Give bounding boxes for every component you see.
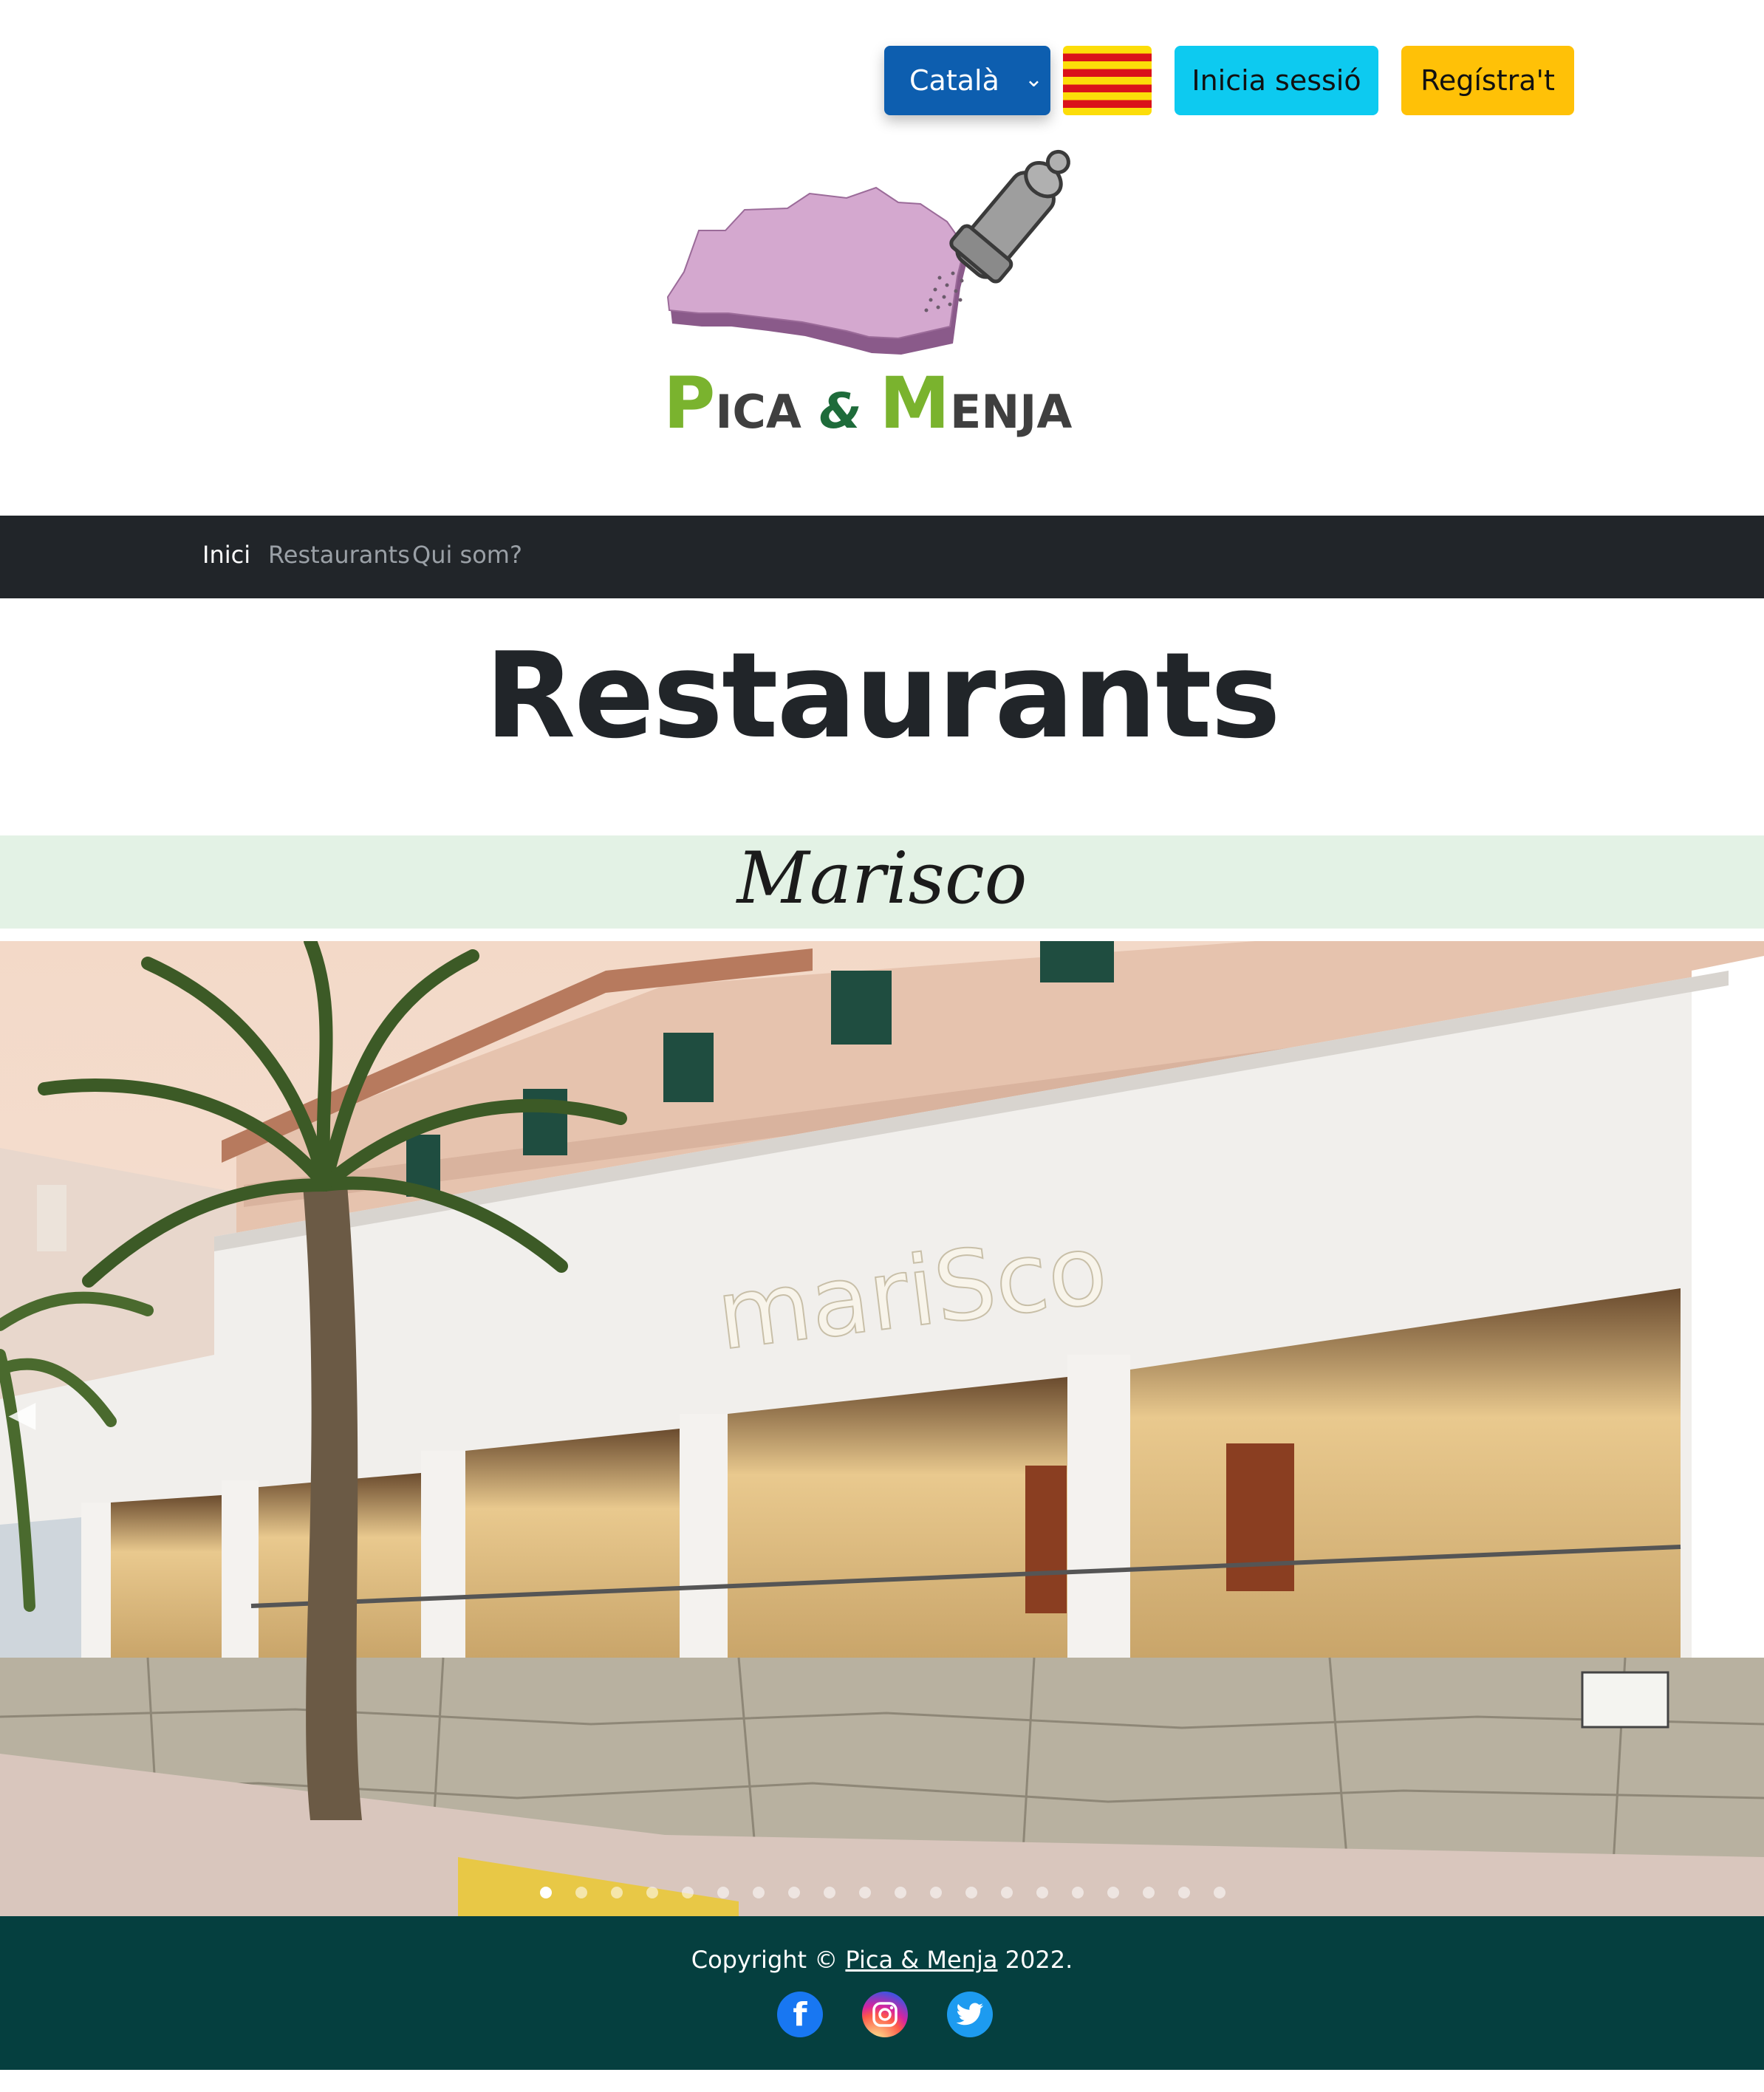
register-button[interactable]: Regístra't — [1401, 46, 1574, 115]
logo-wordmark: P ICA & M ENJA — [663, 362, 1073, 445]
carousel-indicator[interactable] — [1036, 1887, 1048, 1898]
carousel-indicator[interactable] — [646, 1887, 658, 1898]
carousel-indicator[interactable] — [1214, 1887, 1225, 1898]
carousel-indicator[interactable] — [1178, 1887, 1190, 1898]
language-select[interactable]: Català ⌄ — [884, 46, 1050, 115]
twitter-icon[interactable] — [947, 1992, 993, 2037]
carousel-indicator[interactable] — [788, 1887, 800, 1898]
instagram-icon[interactable] — [862, 1992, 908, 2037]
nav-item-restaurants[interactable]: Restaurants — [268, 541, 410, 569]
carousel-indicator[interactable] — [1143, 1887, 1155, 1898]
carousel-indicator[interactable] — [824, 1887, 835, 1898]
carousel-indicator[interactable] — [575, 1887, 587, 1898]
carousel-indicators — [0, 1884, 1764, 1901]
carousel-indicator[interactable] — [540, 1887, 552, 1898]
carousel-indicator[interactable] — [895, 1887, 906, 1898]
carousel-indicator[interactable] — [717, 1887, 729, 1898]
carousel-indicator[interactable] — [1072, 1887, 1084, 1898]
catalan-flag-icon — [1063, 46, 1152, 115]
carousel-indicator[interactable] — [682, 1887, 694, 1898]
carousel-indicator[interactable] — [753, 1887, 765, 1898]
carousel-indicator[interactable] — [611, 1887, 623, 1898]
copyright-text: Copyright © Pica & Menja 2022. — [691, 1946, 1073, 1974]
page-title: Restaurants — [485, 626, 1281, 765]
carousel-indicator[interactable] — [1001, 1887, 1013, 1898]
main-navbar: Inici Restaurants Qui som? — [0, 516, 1764, 598]
login-button[interactable]: Inicia sessió — [1175, 46, 1378, 115]
carousel-indicator[interactable] — [1107, 1887, 1119, 1898]
carousel-prev-button[interactable]: ◀ — [0, 1370, 44, 1458]
chevron-left-icon: ◀ — [8, 1393, 36, 1435]
chevron-down-icon: ⌄ — [1024, 66, 1043, 92]
restaurant-name: Marisco — [736, 837, 1028, 920]
carousel-next-button[interactable]: ▶ — [1720, 1370, 1764, 1458]
carousel-indicator[interactable] — [930, 1887, 942, 1898]
carousel-indicator[interactable] — [859, 1887, 871, 1898]
nav-item-qui-som[interactable]: Qui som? — [412, 541, 522, 569]
chevron-right-icon: ▶ — [1728, 1393, 1756, 1435]
language-select-value: Català — [909, 64, 999, 97]
carousel-indicator[interactable] — [965, 1887, 977, 1898]
nav-item-inici[interactable]: Inici — [202, 541, 250, 569]
facebook-icon[interactable]: f — [777, 1992, 823, 2037]
footer-brand-link[interactable]: Pica & Menja — [845, 1946, 997, 1974]
restaurant-carousel: mariSco ◀ ▶ — [0, 941, 1764, 1916]
restaurant-photo: mariSco — [0, 941, 1764, 1916]
site-footer: Copyright © Pica & Menja 2022. f — [0, 1916, 1764, 2070]
